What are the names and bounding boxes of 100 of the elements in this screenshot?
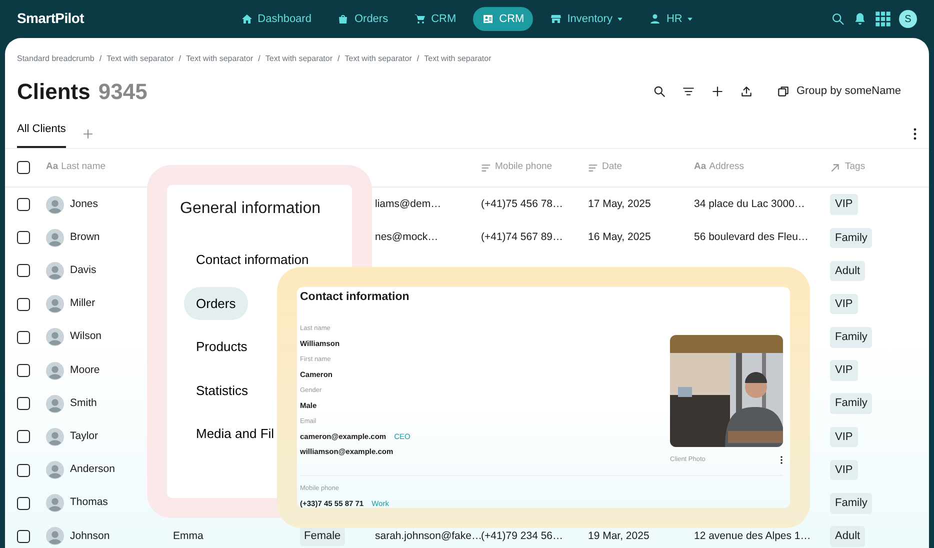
tag: VIP	[830, 426, 858, 448]
email-cell-text: liams@dem…	[375, 196, 442, 212]
tag: Family	[830, 327, 872, 348]
nav-tab[interactable]: Dashboard	[232, 6, 320, 32]
search-icon[interactable]	[653, 85, 666, 98]
search-icon[interactable]	[831, 12, 845, 26]
breadcrumb-separator: /	[258, 53, 260, 65]
row-checkbox[interactable]	[17, 530, 30, 543]
section-menu-item[interactable]: Statistics	[184, 374, 248, 407]
mobile-phone-cell-text: (+41)79 234 56…	[481, 528, 564, 544]
nav-tab[interactable]: CRM	[405, 6, 466, 32]
breadcrumb-separator: /	[178, 53, 181, 65]
date-cell-text: 17 May, 2025	[588, 196, 651, 212]
filter-icon[interactable]	[682, 85, 696, 98]
last-name-cell-text: Smith	[70, 396, 97, 411]
date-cell-text: 16 May, 2025	[588, 230, 651, 245]
copy-icon	[777, 85, 790, 98]
row-checkbox[interactable]	[17, 330, 30, 344]
avatar	[46, 494, 64, 512]
row-checkbox[interactable]	[17, 264, 30, 278]
row-checkbox[interactable]	[17, 397, 30, 410]
last-name-cell-text: Brown	[70, 230, 100, 245]
group-by-button[interactable]: Group by someName	[777, 83, 901, 100]
last-name-cell-text: Miller	[70, 296, 96, 312]
row-checkbox[interactable]	[17, 364, 30, 378]
breadcrumb-link[interactable]: Text with separator	[186, 53, 254, 68]
nav-tab[interactable]: HR	[640, 6, 702, 32]
breadcrumb-separator: /	[416, 53, 420, 65]
breadcrumb-link[interactable]: Standard breadcrumb	[17, 53, 94, 68]
address-cell-text: 56 boulevard des Fleu…	[694, 230, 808, 245]
bell-icon[interactable]	[853, 12, 867, 26]
view-tab[interactable]: All Clients	[17, 112, 66, 148]
breadcrumb-link[interactable]: Text with separator	[106, 53, 174, 68]
text-type-mark: Aa	[46, 160, 58, 174]
nav-tab[interactable]: Orders	[328, 6, 398, 32]
row-checkbox[interactable]	[17, 430, 30, 444]
avatar	[46, 295, 64, 314]
section-title: General information	[180, 199, 322, 219]
nav-tab[interactable]: Inventory	[541, 6, 632, 32]
last-name-cell-text: Wilson	[70, 329, 102, 344]
column-header: Mobile phone	[495, 160, 552, 174]
last-name-cell-text: Anderson	[70, 462, 115, 478]
avatar	[46, 328, 64, 346]
add-icon[interactable]	[711, 85, 724, 98]
column-header: Last name	[61, 160, 106, 174]
row-checkbox[interactable]	[17, 496, 30, 510]
breadcrumb-link[interactable]: Text with separator	[344, 53, 412, 68]
avatar	[46, 527, 64, 546]
email-cell-text: sarah.johnson@fake…	[375, 528, 482, 544]
bag-icon	[337, 13, 350, 25]
add-view-icon[interactable]	[82, 128, 94, 140]
last-name-cell-text: Thomas	[70, 495, 108, 510]
row-checkbox[interactable]	[17, 198, 30, 212]
section-menu-item[interactable]: Media and Fil	[184, 417, 274, 450]
last-name-cell-text: Jones	[70, 196, 98, 212]
first-name-cell-text: Emma	[173, 528, 204, 544]
avatar	[46, 362, 64, 380]
select-all-checkbox[interactable]	[17, 161, 30, 174]
last-name-cell-text: Johnson	[70, 528, 110, 544]
tag: VIP	[830, 360, 858, 381]
gender-tag: Female	[300, 527, 345, 546]
section-menu-item[interactable]: Products	[184, 330, 248, 364]
breadcrumb-link[interactable]: Text with separator	[265, 53, 333, 68]
tag: Adult	[830, 260, 866, 282]
lines-icon	[481, 162, 491, 172]
cart-icon	[414, 13, 426, 25]
last-name-cell-text: Davis	[70, 263, 96, 278]
person-icon	[649, 13, 662, 25]
column-header: Tags	[845, 160, 866, 174]
arrow-icon	[830, 162, 840, 172]
row-checkbox[interactable]	[17, 231, 30, 244]
more-icon[interactable]	[780, 456, 783, 464]
home-icon	[240, 13, 253, 25]
tag: VIP	[830, 194, 858, 215]
section-menu-item[interactable]: Contact information	[184, 243, 309, 276]
avatar	[46, 428, 64, 446]
breadcrumb-separator: /	[99, 53, 102, 65]
avatar	[46, 262, 64, 280]
address-cell-text: 34 place du Lac 3000…	[694, 196, 805, 212]
upload-icon[interactable]	[740, 85, 754, 98]
apps-grid-icon[interactable]	[875, 11, 891, 27]
avatar	[46, 196, 64, 214]
page-title: Clients	[17, 78, 90, 106]
tag: Family	[830, 493, 872, 514]
last-name-cell-text: Moore	[70, 362, 100, 378]
text-type-mark: Aa	[694, 160, 706, 174]
mobile-phone-cell-text: (+41)75 456 78…	[481, 196, 564, 212]
column-header: Address	[709, 160, 744, 174]
user-avatar[interactable]: S	[899, 10, 917, 28]
tag: Adult	[830, 526, 866, 547]
breadcrumb-link[interactable]: Text with separator	[424, 53, 492, 68]
row-checkbox[interactable]	[17, 464, 30, 477]
store-icon	[550, 13, 562, 25]
more-icon[interactable]	[913, 128, 917, 140]
address-cell-text: 12 avenue des Alpes 1…	[694, 528, 811, 544]
row-checkbox[interactable]	[17, 298, 30, 311]
section-menu-item[interactable]: Orders	[184, 286, 248, 320]
record-count: 9345	[98, 78, 148, 106]
tag: Family	[830, 393, 872, 414]
avatar	[46, 461, 64, 480]
